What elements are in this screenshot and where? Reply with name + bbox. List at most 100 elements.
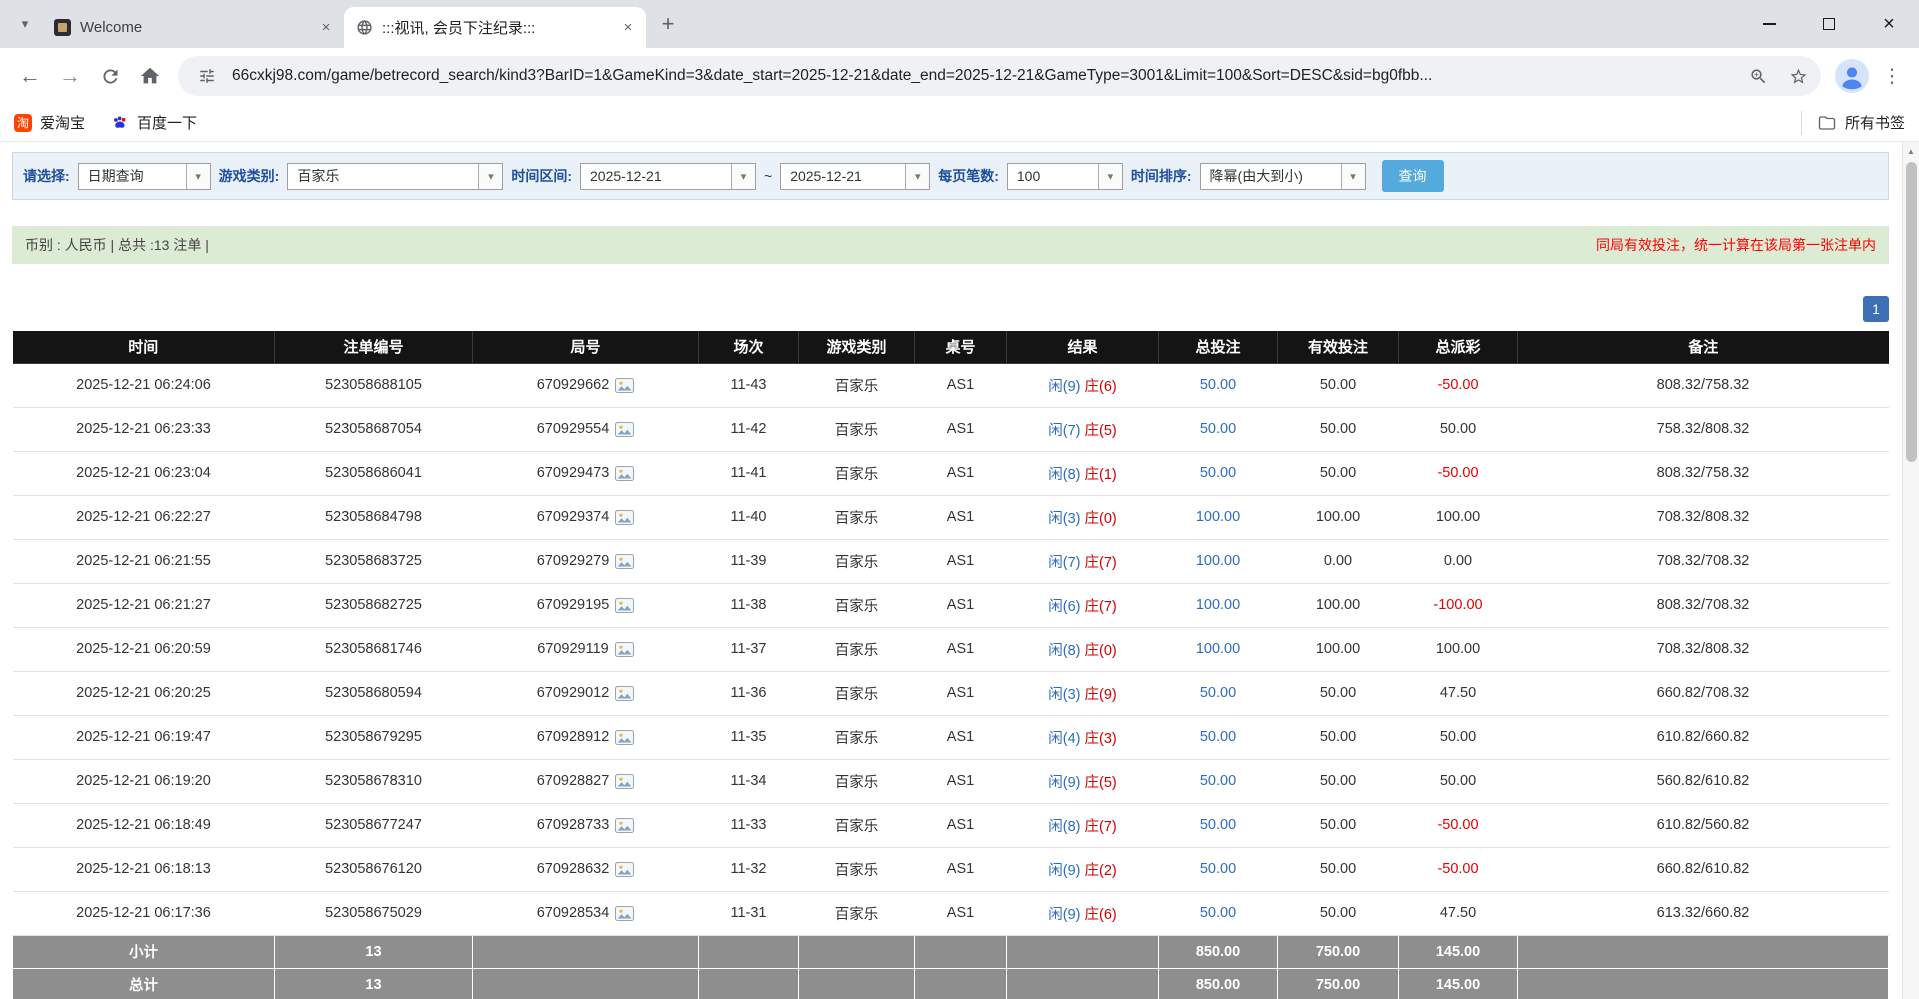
- query-type-select[interactable]: 日期查询 ▾: [78, 163, 211, 190]
- scroll-up-icon[interactable]: ▲: [1903, 144, 1919, 158]
- cell-total-bet[interactable]: 50.00: [1159, 759, 1278, 803]
- bookmark-star-icon[interactable]: [1783, 61, 1813, 91]
- browser-menu-icon[interactable]: ⋮: [1875, 59, 1909, 93]
- cell-game-type: 百家乐: [799, 583, 915, 627]
- chevron-down-icon[interactable]: ▾: [478, 164, 502, 189]
- cell-total-bet[interactable]: 50.00: [1159, 891, 1278, 935]
- cell-total-bet[interactable]: 100.00: [1159, 627, 1278, 671]
- cell-round: 670928534: [473, 891, 699, 935]
- tab-bet-records[interactable]: :::视讯, 会员下注纪录::: ×: [344, 7, 646, 48]
- cell-total-bet[interactable]: 100.00: [1159, 495, 1278, 539]
- url-text[interactable]: 66cxkj98.com/game/betrecord_search/kind3…: [232, 67, 1733, 85]
- globe-icon: [356, 19, 373, 36]
- cell-total-bet[interactable]: 50.00: [1159, 451, 1278, 495]
- taobao-icon: 淘: [14, 114, 32, 132]
- round-detail-icon[interactable]: [615, 510, 634, 525]
- cell-total-bet[interactable]: 100.00: [1159, 583, 1278, 627]
- cell-table-no: AS1: [915, 759, 1007, 803]
- cell-session: 11-36: [699, 671, 799, 715]
- cell-payout: -50.00: [1399, 451, 1518, 495]
- chevron-down-icon[interactable]: ▾: [905, 164, 929, 189]
- new-tab-icon[interactable]: +: [652, 8, 684, 40]
- vertical-scrollbar[interactable]: ▲: [1902, 142, 1919, 999]
- all-bookmarks-button[interactable]: 所有书签: [1801, 111, 1905, 135]
- cell-game-type: 百家乐: [799, 539, 915, 583]
- banker-result: 庄(9): [1085, 687, 1117, 703]
- minimize-icon[interactable]: [1739, 0, 1799, 48]
- player-result: 闲(8): [1048, 819, 1080, 835]
- page-size-select[interactable]: 100 ▾: [1007, 163, 1123, 190]
- tab-welcome[interactable]: Welcome ×: [42, 7, 344, 48]
- chevron-down-icon[interactable]: ▾: [186, 164, 210, 189]
- col-game-type: 游戏类别: [799, 331, 915, 363]
- round-id: 670929662: [537, 377, 610, 393]
- round-detail-icon[interactable]: [615, 906, 634, 921]
- table-row: 2025-12-21 06:23:04 523058686041 6709294…: [13, 451, 1889, 495]
- search-button[interactable]: 查询: [1382, 160, 1444, 192]
- bookmark-baidu[interactable]: 百度一下: [111, 112, 197, 133]
- subtotal-row: 小计 13 850.00 750.00 145.00: [13, 935, 1889, 968]
- date-end-select[interactable]: 2025-12-21 ▾: [780, 163, 930, 190]
- cell-total-bet[interactable]: 50.00: [1159, 715, 1278, 759]
- cell-result: 闲(3) 庄(9): [1007, 671, 1159, 715]
- round-detail-icon[interactable]: [615, 378, 634, 393]
- cell-valid-bet: 100.00: [1278, 627, 1399, 671]
- bookmark-taobao[interactable]: 淘 爱淘宝: [14, 112, 85, 133]
- tab-close-icon[interactable]: ×: [316, 18, 336, 38]
- cell-total-bet[interactable]: 50.00: [1159, 407, 1278, 451]
- round-id: 670928733: [537, 817, 610, 833]
- player-result: 闲(6): [1048, 599, 1080, 615]
- cell-total-bet[interactable]: 50.00: [1159, 671, 1278, 715]
- chevron-down-icon[interactable]: ▾: [1341, 164, 1365, 189]
- window-close-icon[interactable]: ×: [1859, 0, 1919, 48]
- refresh-icon[interactable]: [90, 56, 130, 96]
- cell-note: 708.32/708.32: [1518, 539, 1889, 583]
- chevron-down-icon[interactable]: ▾: [731, 164, 755, 189]
- profile-avatar[interactable]: [1835, 59, 1869, 93]
- cell-note: 610.82/560.82: [1518, 803, 1889, 847]
- col-payout: 总派彩: [1399, 331, 1518, 363]
- round-detail-icon[interactable]: [615, 686, 634, 701]
- cell-valid-bet: 50.00: [1278, 671, 1399, 715]
- site-settings-icon[interactable]: [192, 61, 222, 91]
- back-icon[interactable]: ←: [10, 56, 50, 96]
- forward-icon[interactable]: →: [50, 56, 90, 96]
- player-result: 闲(7): [1048, 423, 1080, 439]
- round-id: 670928827: [537, 773, 610, 789]
- bookmark-label: 百度一下: [137, 112, 197, 133]
- round-detail-icon[interactable]: [615, 598, 634, 613]
- url-bar[interactable]: 66cxkj98.com/game/betrecord_search/kind3…: [178, 56, 1821, 96]
- round-detail-icon[interactable]: [615, 554, 634, 569]
- round-id: 670929473: [537, 465, 610, 481]
- date-start-select[interactable]: 2025-12-21 ▾: [580, 163, 756, 190]
- round-detail-icon[interactable]: [615, 818, 634, 833]
- round-detail-icon[interactable]: [615, 642, 634, 657]
- cell-total-bet[interactable]: 100.00: [1159, 539, 1278, 583]
- tab-search-icon[interactable]: ▾: [10, 9, 40, 39]
- cell-result: 闲(8) 庄(0): [1007, 627, 1159, 671]
- total-valid-bet: 750.00: [1278, 968, 1399, 999]
- scrollbar-thumb[interactable]: [1906, 162, 1917, 462]
- home-icon[interactable]: [130, 56, 170, 96]
- page-1-button[interactable]: 1: [1863, 296, 1889, 322]
- cell-time: 2025-12-21 06:19:20: [13, 759, 275, 803]
- cell-total-bet[interactable]: 50.00: [1159, 803, 1278, 847]
- cell-round: 670929119: [473, 627, 699, 671]
- round-detail-icon[interactable]: [615, 730, 634, 745]
- sort-select[interactable]: 降幂(由大到小) ▾: [1200, 163, 1366, 190]
- round-detail-icon[interactable]: [615, 774, 634, 789]
- cell-total-bet[interactable]: 50.00: [1159, 847, 1278, 891]
- col-total-bet: 总投注: [1159, 331, 1278, 363]
- tab-close-icon[interactable]: ×: [618, 18, 638, 38]
- chevron-down-icon[interactable]: ▾: [1098, 164, 1122, 189]
- cell-result: 闲(6) 庄(7): [1007, 583, 1159, 627]
- cell-total-bet[interactable]: 50.00: [1159, 363, 1278, 407]
- maximize-icon[interactable]: [1799, 0, 1859, 48]
- round-detail-icon[interactable]: [615, 422, 634, 437]
- game-type-select[interactable]: 百家乐 ▾: [287, 163, 503, 190]
- cell-round: 670928733: [473, 803, 699, 847]
- round-detail-icon[interactable]: [615, 862, 634, 877]
- round-detail-icon[interactable]: [615, 466, 634, 481]
- zoom-icon[interactable]: [1743, 61, 1773, 91]
- banker-result: 庄(1): [1085, 467, 1117, 483]
